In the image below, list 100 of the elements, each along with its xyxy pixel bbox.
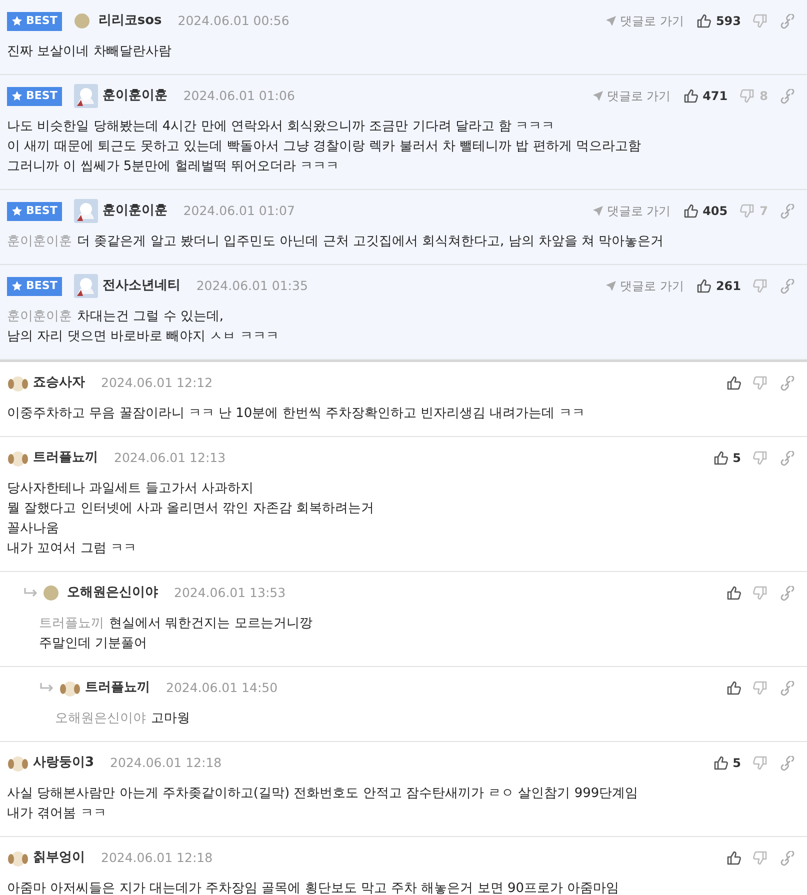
thumbs-up-icon <box>726 376 741 390</box>
avatar-icon <box>7 449 29 467</box>
comment-text: 아줌마 아저씨들은 지가 대는데가 주차장임 골목에 횡단보도 막고 주차 해놓은거 보면 90프로가 아줌마임 <box>7 880 620 895</box>
send-icon <box>606 281 616 291</box>
best-badge: BEST <box>7 202 62 220</box>
link-icon[interactable] <box>780 850 795 866</box>
comment-text: 사실 당해본사람만 아는게 주차좆같이하고(길막) 전화번호도 안적고 잠수탄새끼가 ㄹㅇ 살인참기 999단계임 <box>7 785 638 803</box>
comment-text: 내가 꼬여서 그럼 ㅋㅋ <box>7 540 136 558</box>
like-button[interactable]: 593 <box>696 12 741 30</box>
username[interactable]: 전사소년네티 <box>102 276 180 296</box>
dislike-button[interactable] <box>753 851 768 865</box>
thumbs-down-icon <box>753 681 768 695</box>
comment-text: 주말인데 기분풀어 <box>39 635 148 653</box>
send-icon <box>592 206 603 216</box>
dislike-button[interactable] <box>753 376 768 390</box>
avatar-icon <box>7 754 29 772</box>
comment-date: 2024.06.01 01:07 <box>183 202 295 220</box>
thumbs-down-icon <box>753 279 768 293</box>
username[interactable]: 사랑둥이3 <box>33 753 94 773</box>
like-button[interactable]: 405 <box>682 202 728 220</box>
thumbs-up-icon <box>726 851 741 865</box>
thumbs-down-icon <box>740 89 755 103</box>
dislike-button[interactable] <box>753 586 768 600</box>
dislike-button[interactable] <box>753 14 768 28</box>
like-button[interactable]: 261 <box>696 277 741 295</box>
username[interactable]: 리리코sos <box>98 11 162 31</box>
link-icon[interactable] <box>780 88 795 104</box>
avatar-icon <box>74 13 90 29</box>
comment-date: 2024.06.01 12:12 <box>101 374 213 392</box>
comment-text: 이 새끼 때문에 퇴근도 못하고 있는데 빡돌아서 그냥 경찰이랑 렉카 불러서 차 뺄테니까 밥 편하게 먹으라고함 <box>7 138 641 156</box>
username[interactable]: 트러플뇨끼 <box>33 448 98 468</box>
thumbs-down-icon <box>740 204 755 218</box>
thumbs-down-icon <box>753 756 768 770</box>
dislike-button[interactable] <box>753 451 768 465</box>
thumbs-down-icon <box>753 586 768 600</box>
thumbs-up-icon <box>682 204 698 218</box>
link-icon[interactable] <box>780 278 795 294</box>
best-badge: BEST <box>7 12 62 30</box>
comment-date: 2024.06.01 12:13 <box>114 448 226 467</box>
username[interactable]: 트러플뇨끼 <box>85 678 150 698</box>
reply-arrow-icon <box>39 682 55 694</box>
comment-text: 당사자한테나 과일세트 들고가서 사과하지 <box>7 480 254 498</box>
thumbs-up-icon <box>696 14 711 28</box>
star-icon <box>12 281 22 291</box>
like-button[interactable] <box>726 586 741 600</box>
link-icon[interactable] <box>780 14 795 28</box>
comment-date: 2024.06.01 12:18 <box>101 848 213 867</box>
thumbs-up-icon <box>712 756 728 770</box>
reply-arrow-icon <box>23 587 39 599</box>
best-badge: BEST <box>7 86 62 106</box>
like-button[interactable]: 471 <box>682 87 728 105</box>
comment-date: 2024.06.01 01:06 <box>183 86 295 105</box>
username[interactable]: 훈이훈이훈 <box>102 201 168 221</box>
link-icon[interactable] <box>780 376 795 390</box>
link-icon[interactable] <box>780 450 795 466</box>
comment-text: 뭘 잘했다고 인터넷에 사과 올리면서 깎인 자존감 회복하려는거 <box>7 500 374 518</box>
username[interactable]: 훈이훈이훈 <box>102 86 168 106</box>
comment-date: 2024.06.01 14:50 <box>166 678 278 697</box>
thumbs-down-icon <box>753 851 768 865</box>
avatar-icon <box>74 199 98 223</box>
link-icon[interactable] <box>780 204 795 218</box>
comment-text: 진짜 보살이네 차빼달란사람 <box>7 43 172 61</box>
link-icon[interactable] <box>780 586 795 600</box>
comment-text: 더 좆같은게 알고 봤더니 입주민도 아닌데 근처 고깃집에서 회식쳐한다고, 남의 차앞을 쳐 막아놓은거 <box>77 233 664 251</box>
like-button[interactable] <box>726 376 741 390</box>
username[interactable]: 칡부엉이 <box>33 848 85 868</box>
username[interactable]: 오해원은신이야 <box>67 583 158 603</box>
like-button[interactable] <box>726 851 741 865</box>
comment-text: 남의 자리 댓으면 바로바로 빼야지 ㅅㅂ ㅋㅋㅋ <box>7 328 279 346</box>
comment-date: 2024.06.01 13:53 <box>174 584 286 602</box>
comment-text: 현실에서 뭐한건지는 모르는거니깡 <box>109 615 312 633</box>
comment-date: 2024.06.01 01:35 <box>196 276 308 295</box>
comment-date: 2024.06.01 12:18 <box>110 754 222 772</box>
comment-text: 내가 겪어봄 ㅋㅋ <box>7 805 106 823</box>
comment-text: 고마웡 <box>151 710 190 728</box>
best-badge: BEST <box>7 276 62 296</box>
dislike-button[interactable] <box>753 279 768 293</box>
comment-text: 차대는건 그럴 수 있는데, <box>77 308 224 326</box>
dislike-button[interactable] <box>753 681 768 695</box>
thumbs-up-icon <box>712 451 728 465</box>
username[interactable]: 죠승사자 <box>33 373 85 393</box>
star-icon <box>12 206 22 216</box>
link-icon[interactable] <box>780 756 795 770</box>
like-button[interactable]: 5 <box>712 449 741 467</box>
star-icon <box>12 91 22 101</box>
send-icon <box>592 91 603 101</box>
avatar-icon <box>7 849 29 867</box>
thumbs-down-icon <box>753 14 768 28</box>
avatar-icon <box>74 84 98 108</box>
avatar-icon <box>74 274 98 298</box>
thumbs-up-icon <box>726 586 741 600</box>
like-button[interactable] <box>726 681 741 695</box>
thumbs-up-icon <box>696 279 711 293</box>
comment-text: 꼴사나움 <box>7 520 59 538</box>
star-icon <box>12 16 22 26</box>
avatar-icon <box>43 585 59 601</box>
link-icon[interactable] <box>780 680 795 696</box>
comment-text: 그러니까 이 씹쎄가 5분만에 헐레벌떡 뛰어오더라 ㅋㅋㅋ <box>7 158 340 176</box>
like-button[interactable]: 5 <box>712 754 741 772</box>
dislike-button[interactable] <box>753 756 768 770</box>
